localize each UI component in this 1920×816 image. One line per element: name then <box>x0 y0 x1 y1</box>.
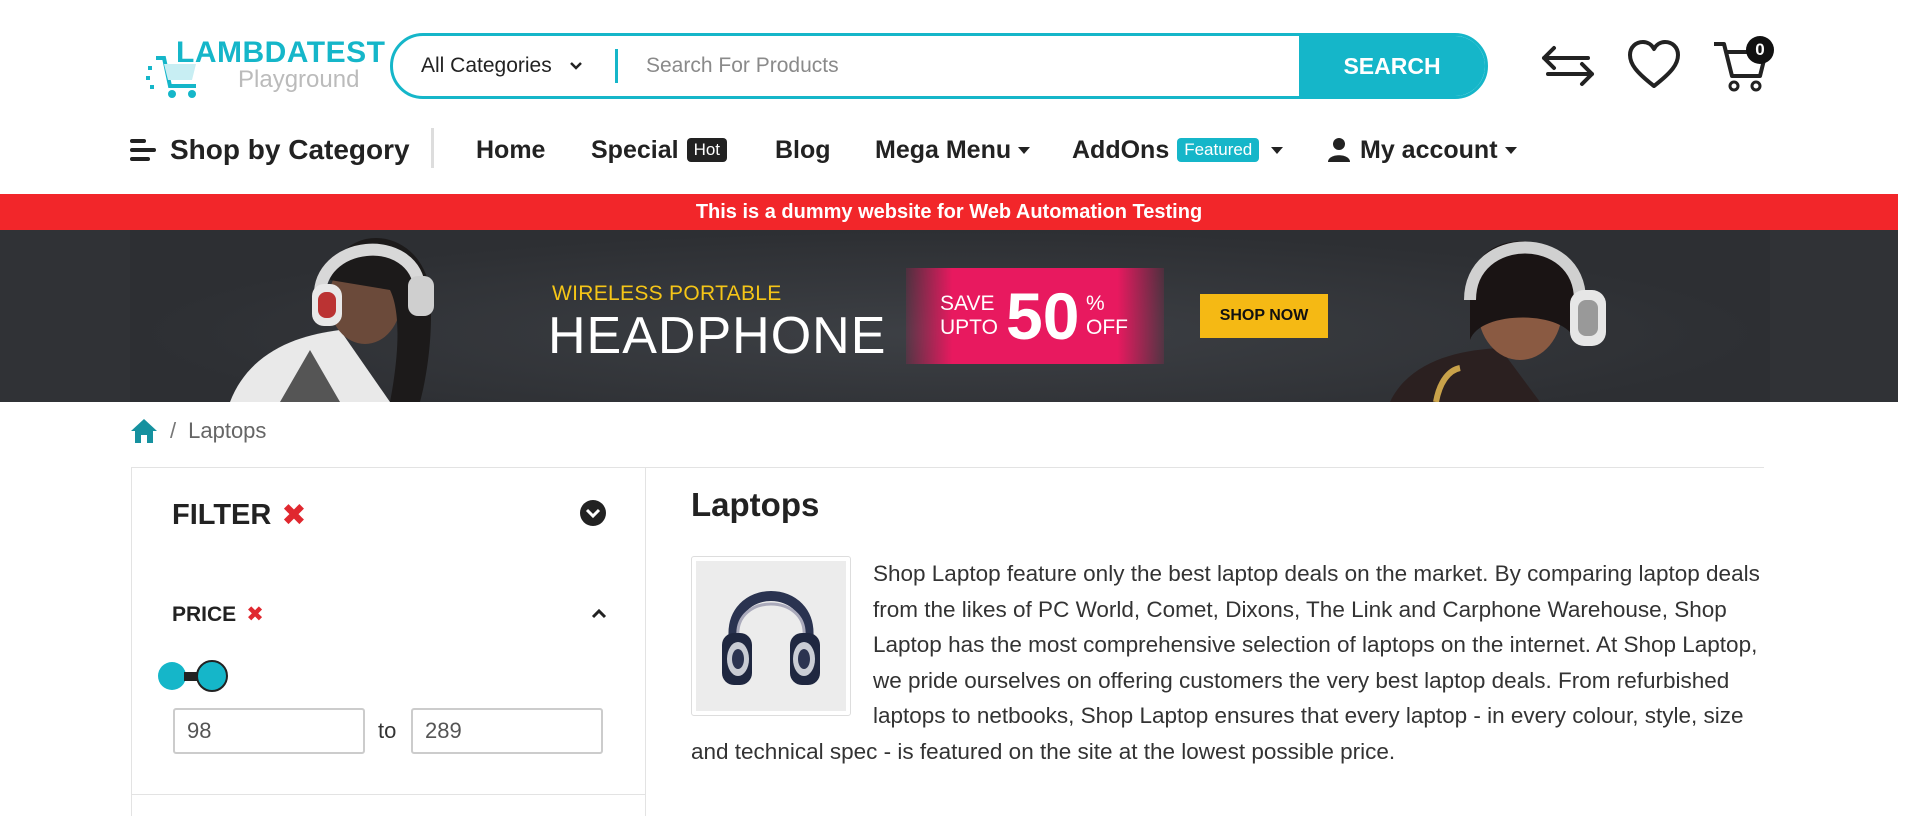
shop-by-category-button[interactable]: Shop by Category <box>130 130 410 170</box>
nav-item-label: AddOns <box>1072 135 1170 164</box>
category-title: Laptops <box>691 486 820 523</box>
cart-count-badge: 0 <box>1746 36 1774 64</box>
filter-collapse-icon[interactable] <box>580 500 606 526</box>
featured-badge: Featured <box>1177 138 1260 162</box>
discount-badge: SAVE UPTO 50 % OFF <box>906 268 1164 364</box>
caret-down-icon <box>1271 146 1284 154</box>
nav-item-my-account[interactable]: My account <box>1328 130 1517 170</box>
shop-now-button[interactable]: SHOP NOW <box>1200 294 1328 338</box>
breadcrumb-separator: / <box>170 418 177 443</box>
save-line-2: UPTO <box>940 316 998 339</box>
clear-filter-icon[interactable]: ✖ <box>281 498 306 533</box>
breadcrumb: / Laptops <box>130 418 266 444</box>
headphones-icon <box>722 591 820 685</box>
nav-item-mega-menu[interactable]: Mega Menu <box>875 130 1031 170</box>
percent-sign: % <box>1086 292 1105 315</box>
nav-item-label: Mega Menu <box>875 135 1012 164</box>
banner-model-image-right <box>1390 241 1606 402</box>
range-max-handle[interactable] <box>196 660 228 692</box>
off-label: OFF <box>1086 316 1128 339</box>
discount-value: 50 <box>1006 279 1080 353</box>
home-icon[interactable] <box>130 418 158 444</box>
nav-item-label: Special <box>591 135 679 164</box>
save-label: SAVE UPTO <box>940 292 998 340</box>
percent-off-label: % OFF <box>1086 292 1128 340</box>
chevron-down-icon <box>570 62 582 70</box>
category-image <box>691 556 851 716</box>
nav-item-label: My account <box>1360 135 1498 164</box>
wishlist-heart-icon[interactable] <box>1626 38 1682 94</box>
nav-separator <box>431 128 434 168</box>
range-min-handle[interactable] <box>158 662 186 690</box>
promo-banner[interactable]: WIRELESS PORTABLE HEADPHONE SAVE UPTO 50… <box>0 230 1898 402</box>
search-button[interactable]: SEARCH <box>1299 36 1485 96</box>
caret-down-icon <box>1018 146 1031 154</box>
nav-item-blog[interactable]: Blog <box>775 130 831 170</box>
banner-model-image-left <box>230 237 434 402</box>
banner-subtitle: WIRELESS PORTABLE <box>552 282 782 305</box>
logo-sub-text: Playground <box>238 66 360 93</box>
nav-item-label: Blog <box>775 135 831 164</box>
price-title-label: PRICE <box>172 602 237 626</box>
price-max-input[interactable] <box>411 708 603 754</box>
site-logo[interactable]: LAMBDATEST Playground <box>146 32 385 104</box>
nav-item-special[interactable]: Special Hot <box>591 130 728 170</box>
banner-title: HEADPHONE <box>548 307 887 365</box>
filter-divider <box>132 794 645 795</box>
filter-title-label: FILTER <box>172 499 272 531</box>
shop-by-category-label: Shop by Category <box>170 134 410 165</box>
nav-item-home[interactable]: Home <box>476 130 545 170</box>
logo-brand-text: LAMBDATEST <box>176 36 386 69</box>
save-line-1: SAVE <box>940 292 995 315</box>
menu-lines-icon <box>130 139 156 161</box>
price-to-label: to <box>378 718 397 743</box>
notice-bar: This is a dummy website for Web Automati… <box>0 194 1898 230</box>
main-nav: Shop by Category Home Special Hot Blog M… <box>0 120 1898 180</box>
category-select[interactable]: All Categories <box>393 36 615 96</box>
content-divider <box>646 467 1764 468</box>
filter-panel: FILTER ✖ PRICE ✖ to <box>131 467 646 816</box>
search-bar: All Categories SEARCH <box>390 33 1488 99</box>
price-filter-title: PRICE ✖ <box>172 602 264 627</box>
breadcrumb-current[interactable]: Laptops <box>188 418 266 444</box>
nav-item-addons[interactable]: AddOns Featured <box>1072 130 1284 170</box>
search-input[interactable] <box>618 36 1299 96</box>
category-select-value: All Categories <box>421 54 552 77</box>
nav-item-label: Home <box>476 135 546 164</box>
filter-title: FILTER ✖ <box>172 498 306 533</box>
user-icon <box>1328 138 1350 162</box>
clear-price-icon[interactable]: ✖ <box>246 602 264 627</box>
category-image-inner <box>696 561 846 711</box>
site-header: LAMBDATEST Playground All Categories SEA… <box>0 0 1898 194</box>
caret-down-icon <box>1504 146 1517 154</box>
price-min-input[interactable] <box>173 708 365 754</box>
price-range-slider[interactable] <box>158 660 238 692</box>
hot-badge: Hot <box>686 138 728 162</box>
category-description: Shop Laptop feature only the best laptop… <box>691 556 1767 769</box>
chevron-up-icon[interactable] <box>590 606 608 620</box>
compare-icon[interactable] <box>1540 38 1596 94</box>
